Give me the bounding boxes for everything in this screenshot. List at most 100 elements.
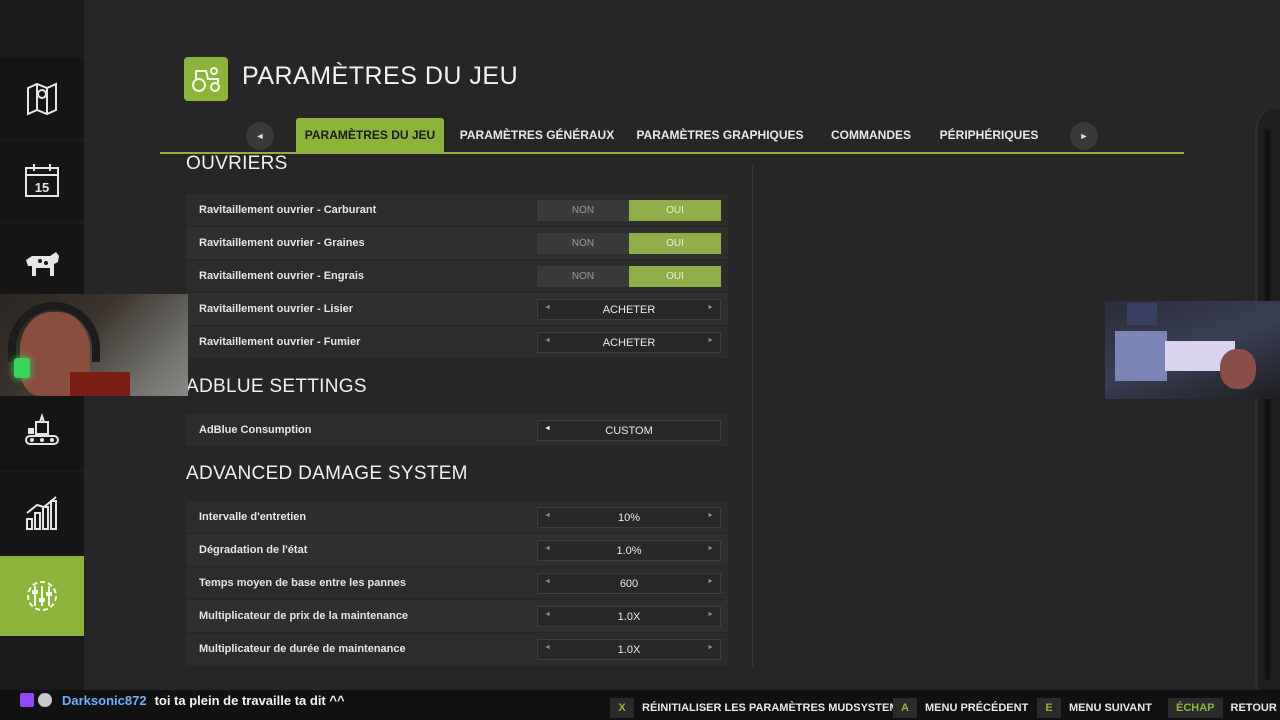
hint-next-menu[interactable]: E MENU SUIVANT	[1037, 697, 1152, 719]
scrollbar[interactable]	[1265, 130, 1270, 680]
hint-previous-menu[interactable]: A MENU PRÉCÉDENT	[893, 697, 1028, 719]
setting-row[interactable]: Intervalle d'entretien ◄ 10% ►	[186, 501, 728, 533]
chat-text: toi ta plein de travaille ta dit ^^	[154, 692, 345, 708]
toggle-no[interactable]: NON	[537, 233, 629, 254]
select-left-arrow-icon[interactable]: ◄	[544, 611, 551, 618]
hint-label: RÉINITIALISER LES PARAMÈTRES MUDSYSTEM	[642, 702, 899, 714]
setting-label: Ravitaillement ouvrier - Lisier	[199, 303, 354, 315]
tab-general-settings[interactable]: PARAMÈTRES GÉNÉRAUX	[452, 118, 622, 152]
select-right-arrow-icon[interactable]: ►	[707, 545, 714, 552]
select-value: 600	[619, 577, 639, 590]
tab-graphics-settings[interactable]: PARAMÈTRES GRAPHIQUES	[630, 118, 810, 152]
option-selector[interactable]: ◄ ACHETER ►	[537, 332, 721, 353]
header-tractor-icon	[184, 57, 228, 101]
yes-no-toggle[interactable]: NON OUI	[537, 266, 721, 287]
sidebar-item-map[interactable]	[0, 58, 84, 138]
tab-prev-button[interactable]: ◄	[246, 122, 274, 150]
setting-label: Multiplicateur de prix de la maintenance	[199, 610, 409, 622]
statistics-icon	[26, 496, 57, 530]
select-left-arrow-icon[interactable]: ◄	[544, 304, 551, 311]
sidebar-item-statistics[interactable]	[0, 473, 84, 553]
select-value: 1.0%	[616, 544, 642, 557]
streamer-figure	[1220, 349, 1256, 389]
hint-reset-mudsystem[interactable]: X RÉINITIALISER LES PARAMÈTRES MUDSYSTEM	[610, 697, 898, 719]
option-selector[interactable]: ◄ CUSTOM	[537, 420, 721, 441]
tab-next-button[interactable]: ►	[1070, 122, 1098, 150]
content-divider	[752, 166, 753, 666]
setting-row[interactable]: AdBlue Consumption ◄ CUSTOM	[186, 414, 728, 446]
select-right-arrow-icon[interactable]: ►	[707, 337, 714, 344]
setting-label: Ravitaillement ouvrier - Carburant	[199, 204, 377, 216]
headset-light	[14, 358, 30, 378]
monitor	[1127, 303, 1157, 325]
select-left-arrow-icon[interactable]: ◄	[544, 337, 551, 344]
setting-row[interactable]: Ravitaillement ouvrier - Lisier ◄ ACHETE…	[186, 293, 728, 325]
select-right-arrow-icon[interactable]: ►	[707, 304, 714, 311]
select-left-arrow-icon[interactable]: ◄	[544, 425, 551, 432]
option-selector[interactable]: ◄ 10% ►	[537, 507, 721, 528]
setting-row[interactable]: Temps moyen de base entre les pannes ◄ 6…	[186, 567, 728, 599]
production-icon	[25, 412, 59, 445]
hint-label: MENU PRÉCÉDENT	[925, 702, 1029, 714]
sidebar-item-calendar[interactable]: 15	[0, 141, 84, 221]
twitch-icon	[20, 693, 34, 707]
option-selector[interactable]: ◄ 1.0% ►	[537, 540, 721, 561]
calendar-icon: 15	[25, 164, 59, 197]
setting-row[interactable]: Multiplicateur de durée de maintenance ◄…	[186, 633, 728, 665]
section-title-damage: ADVANCED DAMAGE SYSTEM	[186, 463, 468, 484]
select-left-arrow-icon[interactable]: ◄	[544, 512, 551, 519]
select-left-arrow-icon[interactable]: ◄	[544, 578, 551, 585]
setting-row[interactable]: Ravitaillement ouvrier - Engrais NON OUI	[186, 260, 728, 292]
option-selector[interactable]: ◄ 600 ►	[537, 573, 721, 594]
option-selector[interactable]: ◄ 1.0X ►	[537, 639, 721, 660]
setting-label: Ravitaillement ouvrier - Engrais	[199, 270, 365, 282]
tab-bar: ◄ PARAMÈTRES DU JEU PARAMÈTRES GÉNÉRAUX …	[160, 118, 1184, 154]
key-badge: X	[610, 698, 634, 718]
setting-row[interactable]: Ravitaillement ouvrier - Carburant NON O…	[186, 194, 728, 226]
select-value: ACHETER	[602, 336, 656, 349]
select-left-arrow-icon[interactable]: ◄	[544, 545, 551, 552]
toggle-no[interactable]: NON	[537, 266, 629, 287]
setting-label: Ravitaillement ouvrier - Graines	[199, 237, 365, 249]
setting-row[interactable]: Ravitaillement ouvrier - Fumier ◄ ACHETE…	[186, 326, 728, 358]
section-title-ouvriers: OUVRIERS	[186, 155, 288, 174]
sidebar-item-settings[interactable]	[0, 556, 90, 636]
hint-back[interactable]: ÉCHAP RETOUR	[1168, 697, 1277, 719]
select-right-arrow-icon[interactable]: ►	[707, 611, 714, 618]
tab-controls[interactable]: COMMANDES	[820, 118, 922, 152]
toggle-yes[interactable]: OUI	[629, 266, 721, 287]
setting-label: Multiplicateur de durée de maintenance	[199, 643, 406, 655]
section-title-adblue: ADBLUE SETTINGS	[186, 376, 367, 397]
setting-row[interactable]: Dégradation de l'état ◄ 1.0% ►	[186, 534, 728, 566]
yes-no-toggle[interactable]: NON OUI	[537, 233, 721, 254]
calendar-day: 15	[35, 180, 49, 195]
toggle-no[interactable]: NON	[537, 200, 629, 221]
settings-list: OUVRIERS Ravitaillement ouvrier - Carbur…	[186, 155, 728, 675]
select-right-arrow-icon[interactable]: ►	[707, 512, 714, 519]
option-selector[interactable]: ◄ ACHETER ►	[537, 299, 721, 320]
setting-label: Intervalle d'entretien	[199, 511, 307, 523]
chat-message: Darksonic872 toi ta plein de travaille t…	[20, 685, 345, 715]
monitor	[1115, 331, 1167, 381]
select-right-arrow-icon[interactable]: ►	[707, 578, 714, 585]
sidebar-item-animals[interactable]	[0, 224, 84, 304]
toggle-yes[interactable]: OUI	[629, 200, 721, 221]
setting-label: Temps moyen de base entre les pannes	[199, 577, 407, 589]
chat-username: Darksonic872	[62, 692, 147, 708]
select-right-arrow-icon[interactable]: ►	[707, 644, 714, 651]
select-value: 1.0X	[617, 643, 641, 656]
tab-game-settings[interactable]: PARAMÈTRES DU JEU	[296, 118, 444, 152]
yes-no-toggle[interactable]: NON OUI	[537, 200, 721, 221]
toggle-yes[interactable]: OUI	[629, 233, 721, 254]
headset	[8, 302, 100, 362]
setting-row[interactable]: Multiplicateur de prix de la maintenance…	[186, 600, 728, 632]
select-value: ACHETER	[602, 303, 656, 316]
setting-row[interactable]: Ravitaillement ouvrier - Graines NON OUI	[186, 227, 728, 259]
select-left-arrow-icon[interactable]: ◄	[544, 644, 551, 651]
option-selector[interactable]: ◄ 1.0X ►	[537, 606, 721, 627]
tab-peripherals[interactable]: PÉRIPHÉRIQUES	[930, 118, 1048, 152]
sidebar-item-production[interactable]	[0, 390, 84, 470]
hint-label: MENU SUIVANT	[1069, 702, 1152, 714]
select-value: 10%	[617, 511, 641, 524]
setting-label: Dégradation de l'état	[199, 544, 308, 556]
